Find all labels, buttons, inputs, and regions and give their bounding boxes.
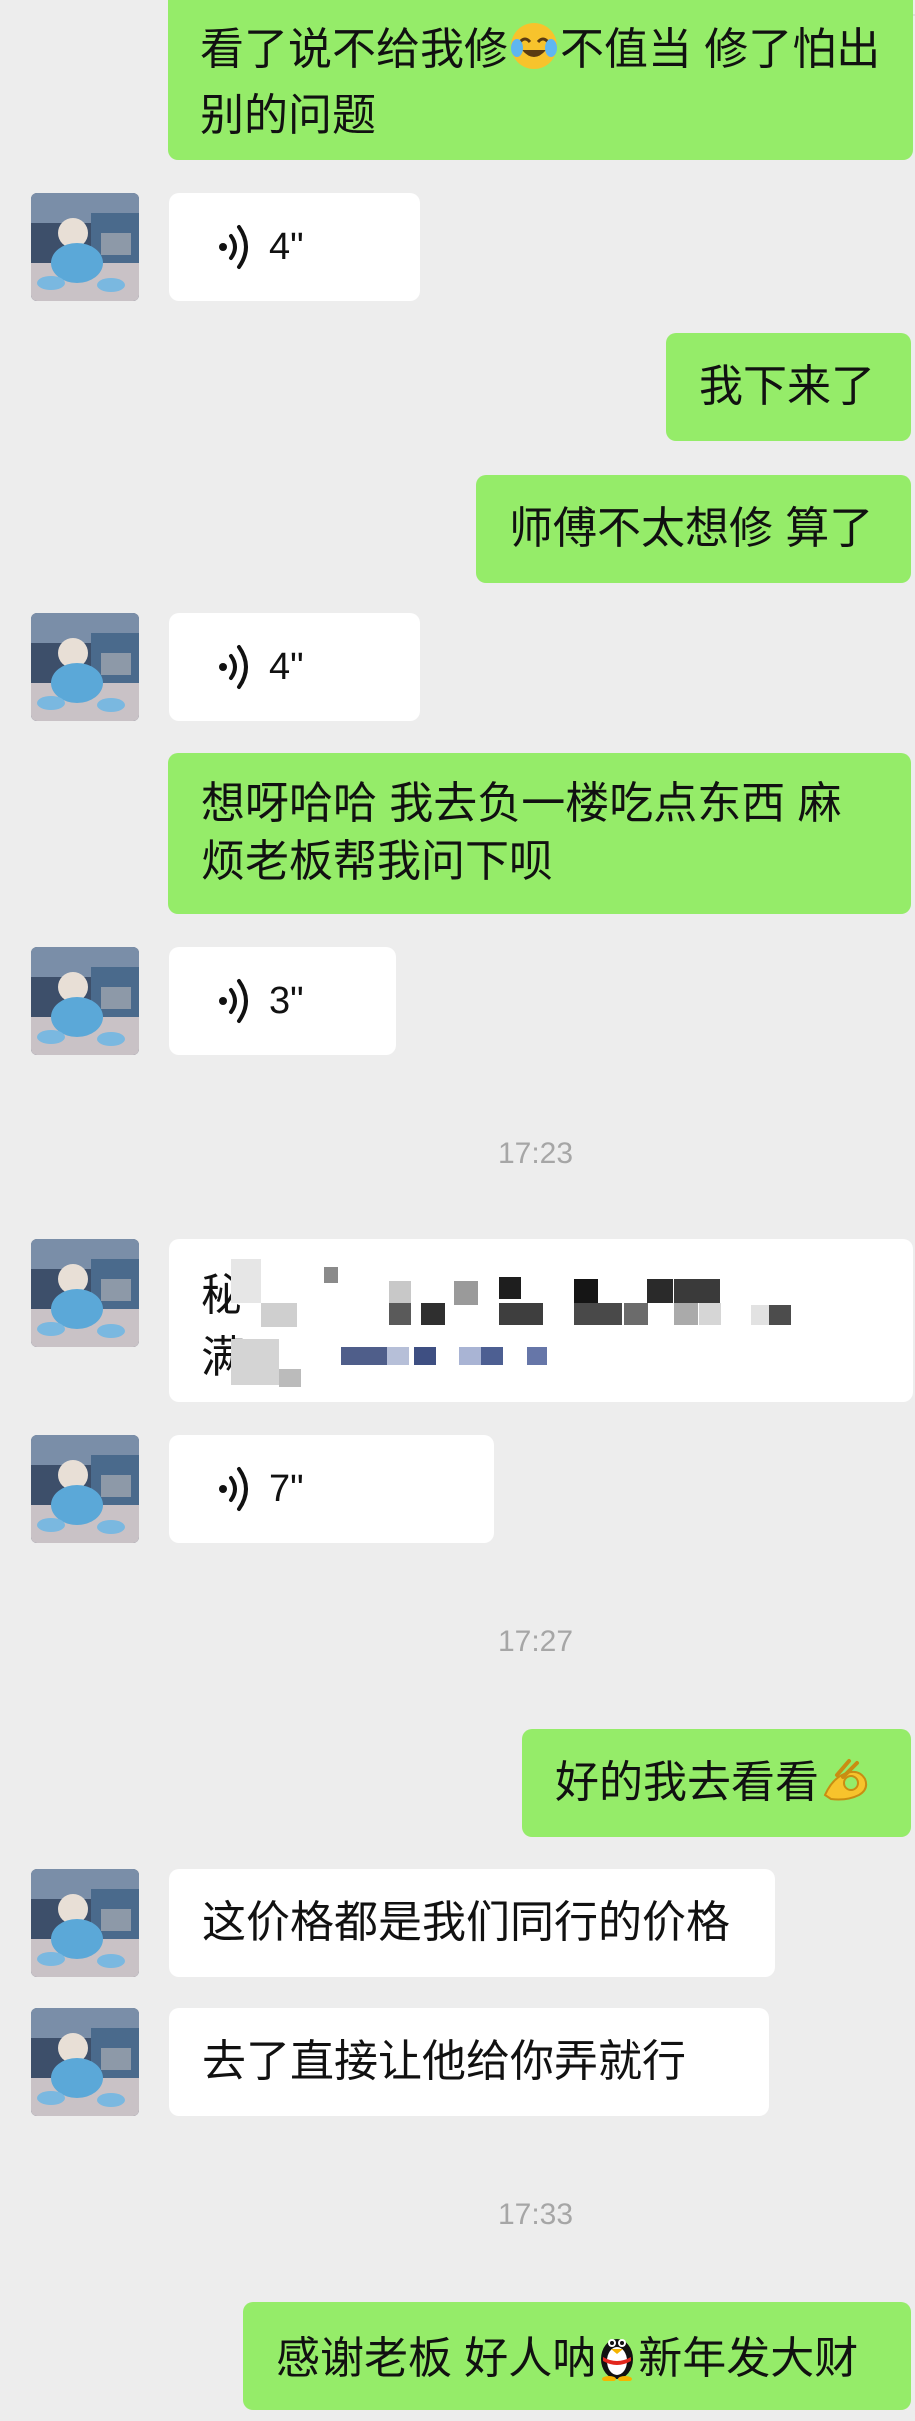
voice-wave-icon — [219, 1467, 248, 1511]
message-text: 看了说不给我修 — [200, 25, 508, 74]
voice-message-bubble[interactable]: 4" — [169, 613, 420, 721]
voice-wave-icon — [219, 979, 248, 1023]
message-text: 我下来了 — [699, 362, 875, 411]
avatar[interactable] — [31, 1869, 139, 1977]
message-text: 好的我去看看 — [555, 1758, 819, 1807]
sent-message-bubble[interactable]: 看了说不给我修 不值当 修了怕出别的问题 — [168, 0, 913, 160]
voice-wave-icon — [219, 645, 248, 689]
message-text: 去了直接让他给你弄就行 — [202, 2037, 686, 2086]
received-message-bubble[interactable]: 去了直接让他给你弄就行 — [169, 2008, 769, 2116]
ok-hand-emoji — [819, 1755, 873, 1820]
voice-duration: 4" — [269, 646, 304, 688]
message-text: 感谢老板 好人呐 — [276, 2334, 597, 2383]
avatar[interactable] — [31, 947, 139, 1055]
qq-penguin-emoji — [596, 2327, 638, 2396]
message-text: 新年发大财 — [638, 2334, 859, 2383]
voice-message-bubble[interactable]: 7" — [169, 1435, 494, 1543]
received-message-bubble-redacted[interactable]: 秘 满 — [169, 1239, 913, 1402]
message-text: 这价格都是我们同行的价格 — [202, 1898, 730, 1947]
chat-conversation[interactable]: 看了说不给我修 不值当 修了怕出 别的问题 4" 我下来了 师傅不太想修 算了 … — [0, 0, 915, 2421]
message-text: 师傅不太想修 算了 — [509, 504, 874, 553]
timestamp: 17:23 — [497, 1137, 574, 1170]
sent-message-bubble[interactable]: 师傅不太想修 算了 — [476, 475, 911, 583]
voice-message-bubble[interactable]: 4" — [169, 193, 420, 301]
message-text: 不值当 修了怕出 — [560, 25, 881, 74]
timestamp: 17:33 — [497, 2198, 574, 2231]
message-text: 别的问题 — [200, 91, 376, 140]
avatar[interactable] — [31, 1435, 139, 1543]
crying-laughing-face-emoji — [508, 20, 560, 87]
avatar[interactable] — [31, 2008, 139, 2116]
avatar[interactable] — [31, 193, 139, 301]
sent-message-bubble[interactable]: 我下来了 — [666, 333, 911, 441]
message-text: 烦老板帮我问下呗 — [201, 837, 553, 886]
sent-message-bubble[interactable]: 想呀哈哈 我去负一楼吃点东西 麻 烦老板帮我问下呗 — [168, 753, 911, 914]
avatar[interactable] — [31, 1239, 139, 1347]
sent-message-bubble[interactable]: 感谢老板 好人呐 新年发大财 — [243, 2302, 911, 2410]
voice-duration: 7" — [269, 1468, 304, 1510]
timestamp: 17:27 — [497, 1625, 574, 1658]
voice-duration: 3" — [269, 980, 304, 1022]
avatar[interactable] — [31, 613, 139, 721]
sent-message-bubble[interactable]: 好的我去看看 — [522, 1729, 911, 1837]
voice-message-bubble[interactable]: 3" — [169, 947, 396, 1055]
message-text: 想呀哈哈 我去负一楼吃点东西 麻 — [201, 779, 842, 828]
voice-duration: 4" — [269, 226, 304, 268]
voice-wave-icon — [219, 225, 248, 269]
received-message-bubble[interactable]: 这价格都是我们同行的价格 — [169, 1869, 775, 1977]
